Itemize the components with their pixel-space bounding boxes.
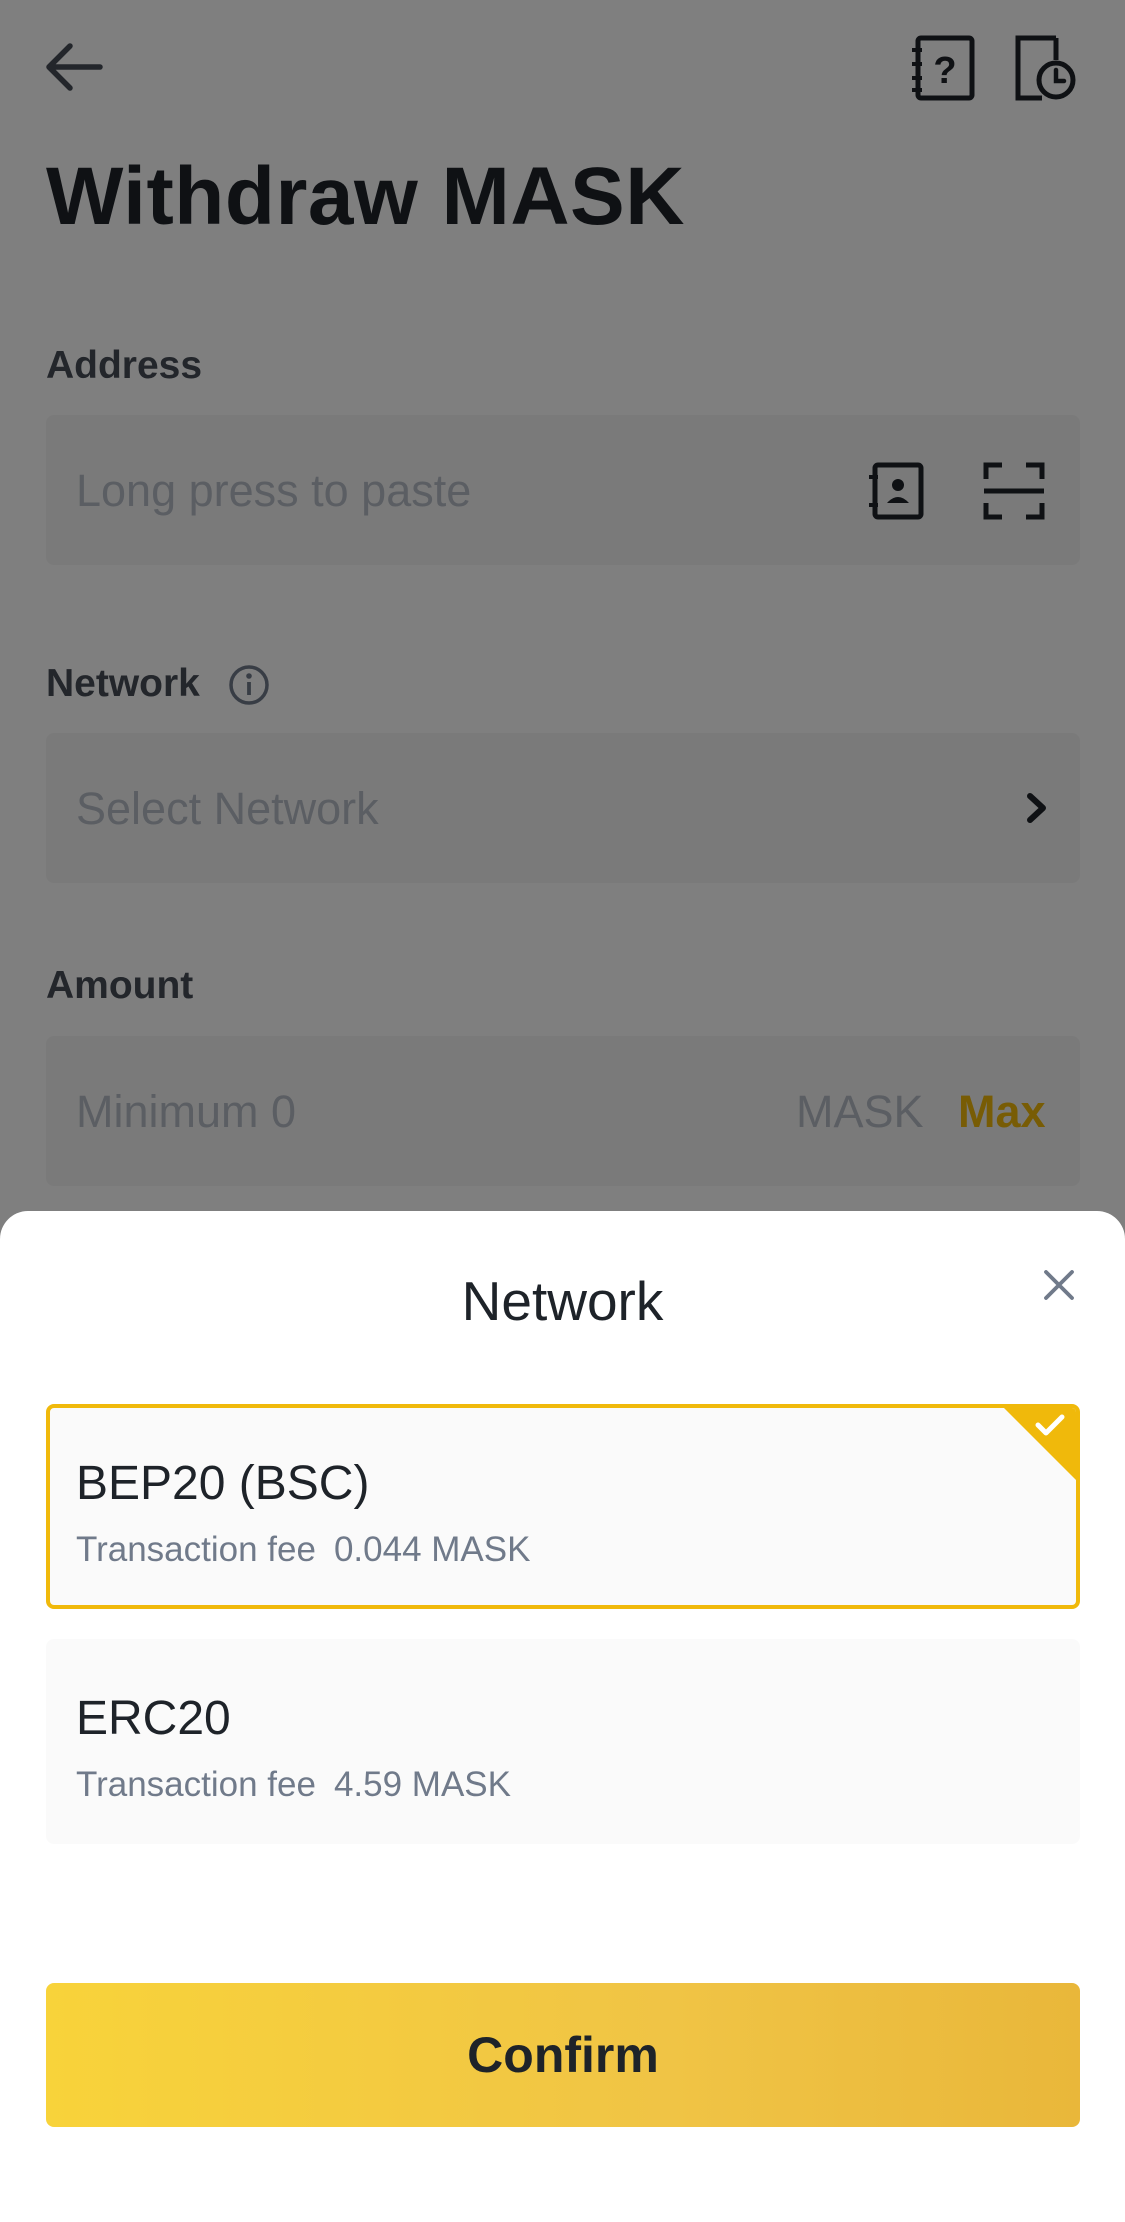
network-option-fee: Transaction fee 4.59 MASK: [76, 1765, 511, 1805]
close-icon[interactable]: [1042, 1268, 1076, 1302]
network-option-erc20[interactable]: ERC20 Transaction fee 4.59 MASK: [46, 1639, 1080, 1844]
network-bottom-sheet: Network BEP20 (BSC) Transaction fee 0.044…: [0, 1211, 1125, 2222]
network-option-fee: Transaction fee 0.044 MASK: [76, 1530, 530, 1570]
fee-label: Transaction fee: [76, 1765, 316, 1804]
sheet-title: Network: [461, 1270, 664, 1332]
confirm-button[interactable]: Confirm: [46, 1983, 1080, 2127]
fee-value: 0.044 MASK: [333, 1530, 531, 1569]
network-option-bep20[interactable]: BEP20 (BSC) Transaction fee 0.044 MASK: [46, 1404, 1080, 1609]
network-option-name: ERC20: [76, 1692, 231, 1745]
fee-value: 4.59 MASK: [333, 1765, 511, 1804]
fee-label: Transaction fee: [76, 1530, 316, 1569]
network-option-name: BEP20 (BSC): [76, 1457, 370, 1510]
selected-check-icon: [1004, 1408, 1076, 1480]
